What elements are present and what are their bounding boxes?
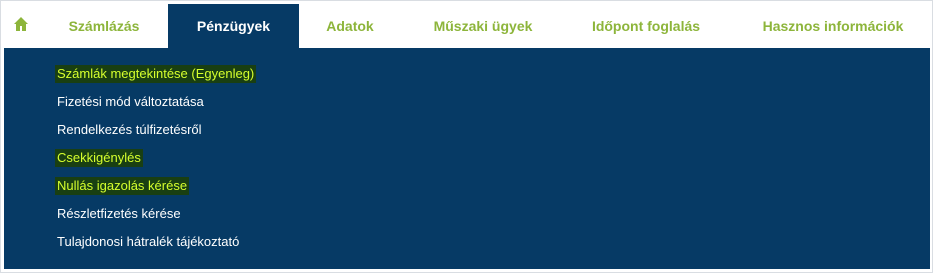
tab-penzugyek[interactable]: Pénzügyek (168, 4, 299, 48)
tab-idopont-foglalas[interactable]: Időpont foglalás (573, 4, 719, 48)
menu-item-csekkigenyles[interactable]: Csekkigénylés (55, 149, 143, 167)
penzugyek-dropdown-menu: Számlák megtekintése (Egyenleg) Fizetési… (4, 48, 930, 269)
tab-muszaki-ugyek[interactable]: Műszaki ügyek (410, 4, 556, 48)
menu-item-nullas-igazolas[interactable]: Nullás igazolás kérése (55, 177, 190, 195)
top-navigation: Számlázás Pénzügyek Adatok Műszaki ügyek… (1, 1, 932, 48)
menu-item-rendelkezes-tulfizetesrol[interactable]: Rendelkezés túlfizetésről (55, 121, 204, 139)
tab-hasznos-informaciok[interactable]: Hasznos információk (749, 4, 917, 48)
menu-item-fizetesi-mod[interactable]: Fizetési mód változtatása (55, 93, 206, 111)
page-frame: Számlázás Pénzügyek Adatok Műszaki ügyek… (0, 0, 933, 273)
tab-szamlazas[interactable]: Számlázás (47, 4, 161, 48)
menu-item-szamlak-megtekintese[interactable]: Számlák megtekintése (Egyenleg) (55, 65, 257, 83)
menu-item-reszletfizetes[interactable]: Részletfizetés kérése (55, 205, 183, 223)
home-icon[interactable] (13, 16, 29, 32)
menu-item-tulajdonosi-hatralek[interactable]: Tulajdonosi hátralék tájékoztató (55, 233, 241, 251)
tab-adatok[interactable]: Adatok (307, 4, 393, 48)
